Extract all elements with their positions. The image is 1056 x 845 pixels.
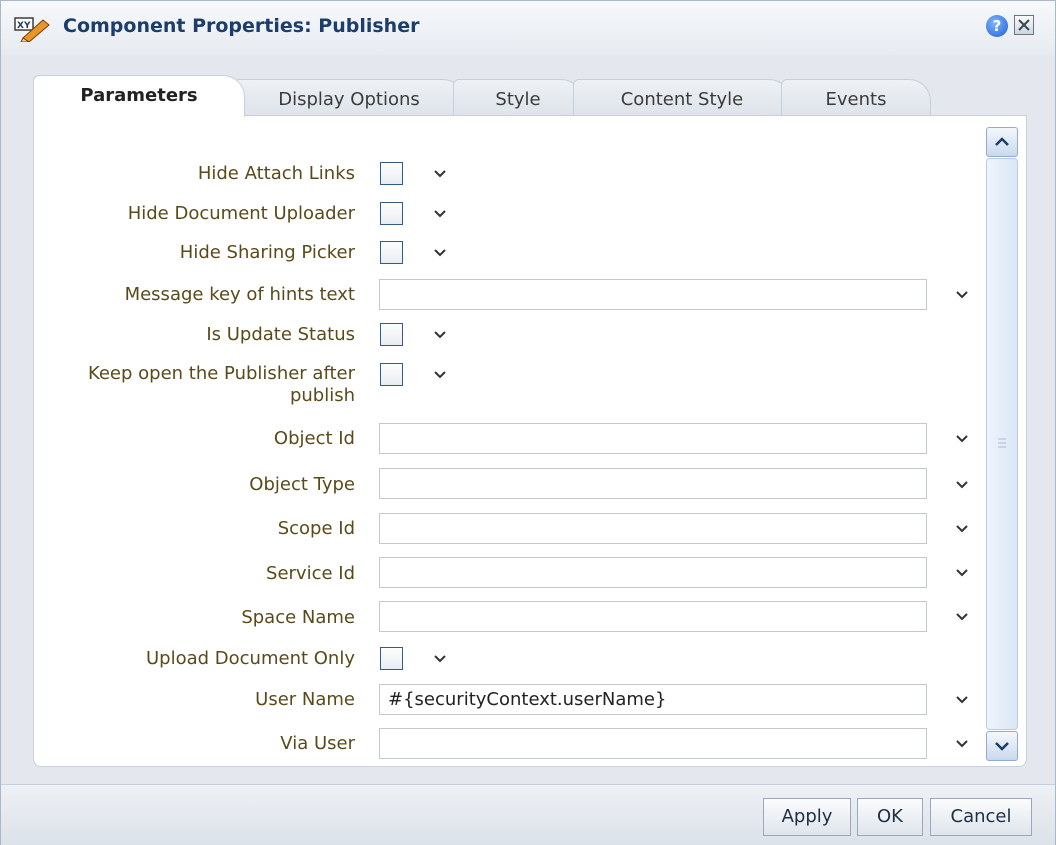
vertical-scrollbar[interactable] — [986, 127, 1018, 761]
space-name-input[interactable] — [379, 601, 927, 632]
chevron-down-icon[interactable] — [433, 209, 447, 219]
chevron-down-icon[interactable] — [955, 612, 969, 622]
dialog-title: Component Properties: Publisher — [63, 15, 420, 37]
param-label-hide-attach-links: Hide Attach Links — [197, 163, 355, 184]
scroll-thumb[interactable] — [986, 158, 1018, 730]
keep-open-checkbox[interactable] — [380, 363, 403, 386]
chevron-down-icon[interactable] — [955, 568, 969, 578]
chevron-down-icon[interactable] — [955, 739, 969, 749]
param-label-object-id: Object Id — [273, 428, 355, 449]
param-label-hide-sharing-picker: Hide Sharing Picker — [179, 242, 355, 263]
tab-style[interactable]: Style — [453, 79, 583, 117]
tab-parameters[interactable]: Parameters — [33, 75, 245, 117]
param-label-object-type: Object Type — [249, 474, 355, 495]
dialog-footer: Apply OK Cancel — [1, 784, 1055, 845]
help-icon[interactable]: ? — [986, 15, 1008, 37]
hide-sharing-picker-checkbox[interactable] — [380, 241, 403, 264]
hide-document-uploader-checkbox[interactable] — [380, 202, 403, 225]
chevron-down-icon[interactable] — [433, 654, 447, 664]
message-key-input[interactable] — [379, 279, 927, 310]
is-update-status-checkbox[interactable] — [380, 323, 403, 346]
hide-attach-links-checkbox[interactable] — [380, 162, 403, 185]
upload-document-only-checkbox[interactable] — [380, 647, 403, 670]
cancel-button[interactable]: Cancel — [930, 798, 1032, 836]
chevron-down-icon[interactable] — [955, 480, 969, 490]
chevron-down-icon[interactable] — [955, 434, 969, 444]
param-label-user-name: User Name — [255, 689, 355, 710]
scroll-down-button[interactable] — [986, 731, 1018, 761]
param-label-service-id: Service Id — [266, 563, 355, 584]
tab-content-style[interactable]: Content Style — [573, 79, 791, 117]
tab-display-options[interactable]: Display Options — [233, 79, 465, 117]
title-bar[interactable]: XY Component Properties: Publisher ? — [1, 1, 1055, 55]
chevron-up-icon — [995, 137, 1009, 146]
param-label-keep-open-line1: Keep open the Publisher after — [87, 363, 355, 384]
close-icon[interactable] — [1014, 15, 1034, 35]
ok-button[interactable]: OK — [857, 798, 923, 836]
param-label-hide-document-uploader: Hide Document Uploader — [127, 203, 355, 224]
via-user-input[interactable] — [379, 728, 927, 759]
object-type-input[interactable] — [379, 468, 927, 499]
grip-icon — [998, 438, 1006, 448]
chevron-down-icon[interactable] — [433, 370, 447, 380]
scope-id-input[interactable] — [379, 513, 927, 544]
service-id-input[interactable] — [379, 557, 927, 588]
chevron-down-icon[interactable] — [955, 290, 969, 300]
chevron-down-icon[interactable] — [955, 695, 969, 705]
param-label-scope-id: Scope Id — [277, 518, 355, 539]
param-label-upload-document-only: Upload Document Only — [146, 648, 355, 669]
chevron-down-icon[interactable] — [955, 524, 969, 534]
param-label-message-key: Message key of hints text — [124, 284, 355, 305]
chevron-down-icon[interactable] — [433, 248, 447, 258]
param-label-space-name: Space Name — [241, 607, 355, 628]
chevron-down-icon[interactable] — [433, 330, 447, 340]
scroll-up-button[interactable] — [986, 127, 1018, 157]
chevron-down-icon[interactable] — [433, 169, 447, 179]
tab-events[interactable]: Events — [781, 79, 931, 117]
user-name-input[interactable]: #{securityContext.userName} — [379, 684, 927, 715]
svg-text:XY: XY — [17, 21, 31, 31]
param-label-via-user: Via User — [280, 733, 355, 754]
close-x-icon — [1018, 19, 1030, 31]
chevron-down-icon — [995, 742, 1009, 751]
xy-pencil-icon: XY — [14, 17, 50, 42]
param-label-keep-open-line2: publish — [289, 385, 355, 406]
apply-button[interactable]: Apply — [763, 798, 851, 836]
object-id-input[interactable] — [379, 423, 927, 454]
param-label-keep-open: Keep open the Publisher after publish — [88, 363, 355, 407]
tab-bar: Parameters Display Options Style Content… — [33, 75, 993, 117]
param-label-is-update-status: Is Update Status — [206, 324, 355, 345]
component-properties-dialog: XY Component Properties: Publisher ? Par… — [0, 0, 1056, 845]
